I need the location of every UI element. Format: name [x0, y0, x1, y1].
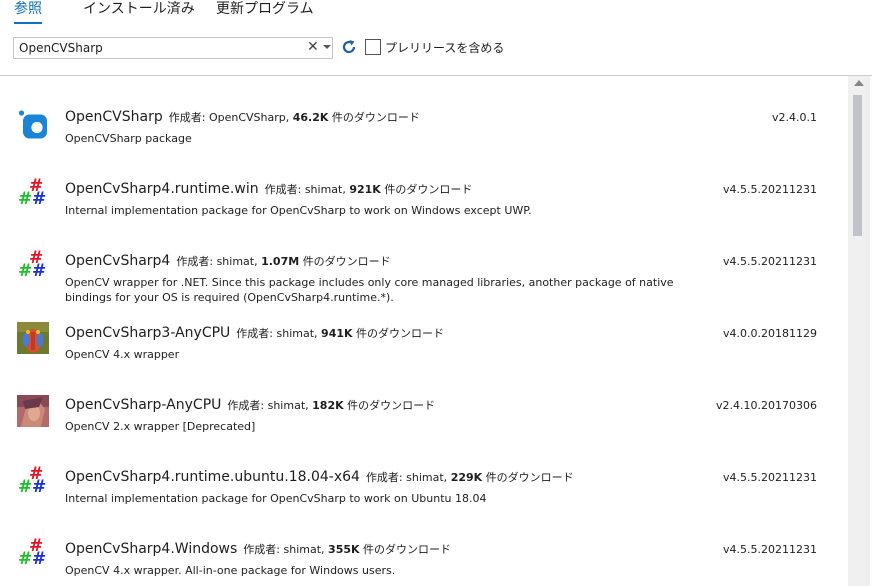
- package-version: v4.0.0.20181129: [723, 327, 817, 340]
- package-row[interactable]: # # # OpenCvSharp4.runtime.win 作成者: shima…: [0, 178, 848, 250]
- hash-icon: # # #: [18, 464, 47, 497]
- package-row[interactable]: # # # OpenCvSharp4.Windows 作成者: shimat, 3…: [0, 538, 848, 586]
- package-description: OpenCV wrapper for .NET. Since this pack…: [65, 276, 674, 304]
- package-author: shimat,: [304, 183, 346, 196]
- package-name[interactable]: OpenCvSharp4.Windows: [65, 541, 237, 557]
- package-name[interactable]: OpenCVSharp: [65, 109, 163, 125]
- author-label: 作成者:: [264, 183, 302, 196]
- tab-browse[interactable]: 参照: [14, 0, 42, 24]
- package-version: v4.5.5.20211231: [723, 255, 817, 268]
- package-row[interactable]: # # # OpenCvSharp4.runtime.ubuntu.18.04-…: [0, 466, 848, 538]
- lenna-icon: [17, 395, 49, 427]
- package-name[interactable]: OpenCvSharp4.runtime.win: [65, 181, 259, 197]
- downloads-suffix: 件のダウンロード: [363, 543, 452, 556]
- hash-icon: # # #: [18, 248, 47, 281]
- author-label: 作成者:: [176, 255, 214, 268]
- package-author: shimat,: [406, 471, 448, 484]
- refresh-icon[interactable]: [340, 38, 358, 56]
- package-row[interactable]: OpenCVSharp 作成者: OpenCVSharp, 46.2K 件のダウン…: [0, 106, 848, 178]
- search-history-dropdown-icon[interactable]: [323, 45, 331, 49]
- package-row[interactable]: # # # OpenCvSharp4 作成者: shimat, 1.07M 件のダ…: [0, 250, 848, 322]
- package-version: v4.5.5.20211231: [723, 183, 817, 196]
- package-version: v2.4.10.20170306: [716, 399, 817, 412]
- package-version: v2.4.0.1: [772, 111, 817, 124]
- package-description: OpenCV 4.x wrapper. All-in-one package f…: [65, 564, 396, 577]
- download-count: 1.07M: [261, 255, 300, 268]
- download-count: 355K: [328, 543, 360, 556]
- include-prerelease-label: プレリリースを含める: [385, 41, 505, 55]
- author-label: 作成者:: [236, 327, 274, 340]
- hash-icon: # # #: [18, 536, 47, 569]
- download-count: 229K: [450, 471, 483, 484]
- package-row[interactable]: OpenCvSharp-AnyCPU 作成者: shimat, 182K 件のダウ…: [0, 394, 848, 466]
- package-description: OpenCV 4.x wrapper: [65, 348, 180, 361]
- package-version: v4.5.5.20211231: [723, 471, 817, 484]
- package-description: OpenCV 2.x wrapper [Deprecated]: [65, 420, 256, 433]
- tab-bar: 参照 インストール済み 更新プログラム: [0, 0, 872, 26]
- package-name-line: OpenCvSharp4.runtime.win 作成者: shimat, 921…: [65, 181, 472, 197]
- package-name-line: OpenCvSharp4 作成者: shimat, 1.07M 件のダウンロード: [65, 253, 391, 269]
- include-prerelease-checkbox[interactable]: [365, 39, 381, 55]
- package-name-line: OpenCVSharp 作成者: OpenCVSharp, 46.2K 件のダウン…: [65, 109, 420, 125]
- downloads-suffix: 件のダウンロード: [347, 399, 436, 412]
- search-box: ✕: [13, 37, 333, 59]
- downloads-suffix: 件のダウンロード: [302, 255, 391, 268]
- scroll-up-arrow-icon[interactable]: [854, 80, 864, 86]
- tab-installed[interactable]: インストール済み: [83, 0, 195, 22]
- package-name[interactable]: OpenCvSharp-AnyCPU: [65, 397, 221, 413]
- package-name-line: OpenCvSharp-AnyCPU 作成者: shimat, 182K 件のダウ…: [65, 397, 435, 413]
- download-count: 182K: [312, 399, 344, 412]
- downloads-suffix: 件のダウンロード: [485, 471, 574, 484]
- package-author: shimat,: [276, 327, 318, 340]
- nuget-blue-icon: [18, 110, 47, 139]
- downloads-suffix: 件のダウンロード: [356, 327, 445, 340]
- download-count: 921K: [349, 183, 381, 196]
- download-count: 46.2K: [292, 111, 329, 124]
- package-name-line: OpenCvSharp4.runtime.ubuntu.18.04-x64 作成者…: [65, 469, 574, 485]
- package-description: Internal implementation package for Open…: [65, 492, 487, 505]
- mandrill-icon: [17, 322, 49, 354]
- package-description: OpenCVSharp package: [65, 132, 192, 145]
- tab-updates[interactable]: 更新プログラム: [216, 0, 314, 22]
- package-author: OpenCVSharp,: [208, 111, 290, 124]
- package-name[interactable]: OpenCvSharp4: [65, 253, 170, 269]
- author-label: 作成者:: [168, 111, 206, 124]
- package-author: shimat,: [283, 543, 325, 556]
- search-input[interactable]: [19, 40, 299, 56]
- package-name[interactable]: OpenCvSharp3-AnyCPU: [65, 325, 230, 341]
- author-label: 作成者:: [227, 399, 265, 412]
- hash-icon: # # #: [18, 176, 47, 209]
- package-author: shimat,: [216, 255, 258, 268]
- package-name-line: OpenCvSharp3-AnyCPU 作成者: shimat, 941K 件のダ…: [65, 325, 444, 341]
- vertical-scrollbar[interactable]: [848, 76, 870, 586]
- scroll-thumb[interactable]: [853, 95, 862, 236]
- package-name[interactable]: OpenCvSharp4.runtime.ubuntu.18.04-x64: [65, 469, 360, 485]
- package-author: shimat,: [267, 399, 309, 412]
- package-name-line: OpenCvSharp4.Windows 作成者: shimat, 355K 件の…: [65, 541, 451, 557]
- author-label: 作成者:: [243, 543, 281, 556]
- downloads-suffix: 件のダウンロード: [384, 183, 473, 196]
- author-label: 作成者:: [365, 471, 403, 484]
- package-description: Internal implementation package for Open…: [65, 204, 532, 217]
- package-version: v4.5.5.20211231: [723, 543, 817, 556]
- package-list: OpenCVSharp 作成者: OpenCVSharp, 46.2K 件のダウン…: [0, 76, 848, 586]
- package-row[interactable]: OpenCvSharp3-AnyCPU 作成者: shimat, 941K 件のダ…: [0, 322, 848, 394]
- clear-search-icon[interactable]: ✕: [307, 39, 319, 55]
- download-count: 941K: [321, 327, 353, 340]
- downloads-suffix: 件のダウンロード: [331, 111, 420, 124]
